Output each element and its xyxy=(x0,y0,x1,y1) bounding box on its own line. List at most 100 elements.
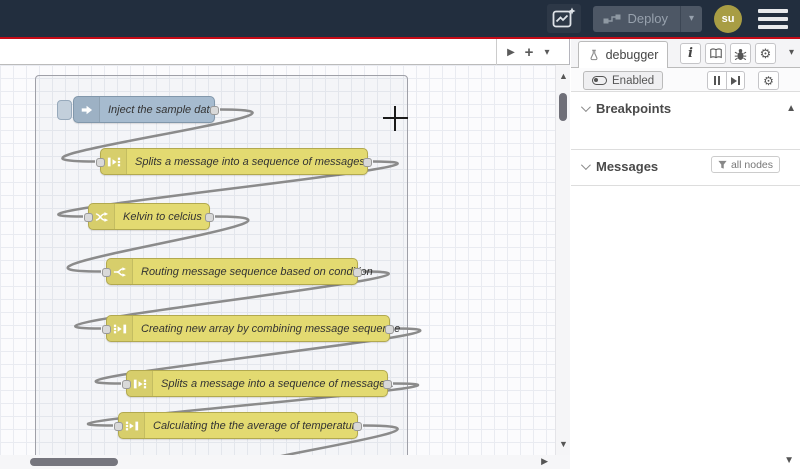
input-port[interactable] xyxy=(114,422,123,431)
output-port[interactable] xyxy=(210,106,219,115)
scroll-up-arrow[interactable]: ▲ xyxy=(556,71,570,81)
assistant-icon xyxy=(552,7,575,28)
flow-node-join1[interactable]: Creating new array by combining message … xyxy=(102,315,400,342)
pause-button[interactable] xyxy=(708,72,726,89)
crosshair-cursor xyxy=(394,106,396,131)
breakpoints-section-header[interactable]: Breakpoints xyxy=(571,92,800,124)
hamburger-icon xyxy=(758,8,788,13)
node-label: Kelvin to celcius xyxy=(123,210,202,223)
vertical-scroll-thumb[interactable] xyxy=(559,93,567,121)
messages-title: Messages xyxy=(596,159,659,174)
tab-debugger-label: debugger xyxy=(605,48,659,62)
output-port[interactable] xyxy=(353,422,362,431)
canvas-horizontal-scrollbar[interactable]: ▶ xyxy=(0,455,570,469)
input-port[interactable] xyxy=(102,325,111,334)
flow-tab-controls: ▶ + ▾ xyxy=(496,39,555,65)
gear-icon: ⚙ xyxy=(763,73,774,88)
filter-label: all nodes xyxy=(730,158,773,171)
scroll-right-arrow[interactable]: ▶ xyxy=(541,456,548,467)
flow-assistant-button[interactable] xyxy=(546,4,581,33)
deploy-button-group: Deploy ▾ xyxy=(592,5,702,32)
flow-canvas[interactable]: Inject the sample data Splits a message i… xyxy=(0,65,570,455)
debug-sidebar: debugger i ⚙ ▾ Enabled ⚙ Breakpoints Mes… xyxy=(571,39,800,469)
flow-node-join2[interactable]: Calculating the the average of temperatu… xyxy=(114,412,362,439)
book-icon xyxy=(709,48,722,59)
node-label: Splits a message into a sequence of mess… xyxy=(161,377,394,390)
sidebar-scroll-up-arrow[interactable]: ▲ xyxy=(786,103,796,114)
tab-debugger[interactable]: debugger xyxy=(578,41,668,68)
flow-node-change1[interactable]: Kelvin to celcius xyxy=(84,203,214,230)
info-tab-button[interactable]: i xyxy=(680,43,701,64)
config-nodes-tab-button[interactable]: ⚙ xyxy=(755,43,776,64)
user-avatar[interactable]: su xyxy=(714,4,742,33)
canvas-vertical-scrollbar[interactable]: ▲ ▼ xyxy=(555,65,570,455)
help-tab-button[interactable] xyxy=(705,43,726,64)
sidebar-tab-bar: debugger i ⚙ ▾ xyxy=(571,39,800,68)
caret-down-icon: ▾ xyxy=(788,47,794,58)
plus-icon: + xyxy=(524,43,534,61)
flask-icon xyxy=(590,49,598,60)
node-label: Inject the sample data xyxy=(108,103,216,116)
sidebar-options-button[interactable]: ▾ xyxy=(789,47,794,58)
flow-node-inject1[interactable]: Inject the sample data xyxy=(57,96,219,123)
scroll-down-arrow[interactable]: ▼ xyxy=(556,439,570,449)
step-forward-icon xyxy=(730,76,737,85)
pause-step-buttons xyxy=(707,71,745,90)
play-right-icon: ▶ xyxy=(507,46,515,58)
message-filter-button[interactable]: all nodes xyxy=(710,156,780,173)
add-flow-button[interactable]: + xyxy=(521,42,537,62)
gear-icon: ⚙ xyxy=(759,45,772,61)
deploy-button-label: Deploy xyxy=(627,11,668,26)
pause-icon xyxy=(713,76,717,85)
node-label: Creating new array by combining message … xyxy=(141,322,401,335)
chevron-down-icon xyxy=(580,102,591,113)
debugger-settings-button[interactable]: ⚙ xyxy=(758,71,779,90)
flow-node-switch1[interactable]: Routing message sequence based on condit… xyxy=(102,258,373,285)
node-label: Routing message sequence based on condit… xyxy=(141,265,373,278)
output-port[interactable] xyxy=(363,158,372,167)
flow-tab-bar: ▶ + ▾ xyxy=(0,39,569,65)
toggle-icon xyxy=(592,76,607,85)
flow-node-split1[interactable]: Splits a message into a sequence of mess… xyxy=(96,148,372,175)
inject-trigger-button[interactable] xyxy=(57,100,72,120)
deploy-options-button[interactable]: ▾ xyxy=(679,5,702,32)
horizontal-scroll-thumb[interactable] xyxy=(30,458,118,466)
output-port[interactable] xyxy=(385,325,394,334)
debug-messages-tab-button[interactable] xyxy=(730,43,751,64)
flow-list-button[interactable]: ▾ xyxy=(539,42,555,62)
output-port[interactable] xyxy=(205,213,214,222)
caret-down-icon: ▾ xyxy=(688,13,694,24)
flow-workspace: ▶ + ▾ Inject the sample data Splits a mes… xyxy=(0,39,570,469)
deploy-icon xyxy=(603,14,620,23)
input-port[interactable] xyxy=(84,213,93,222)
messages-empty-list xyxy=(571,182,800,186)
enabled-label: Enabled xyxy=(612,74,655,87)
node-label: Calculating the the average of temperatu… xyxy=(153,419,362,432)
main-menu-button[interactable] xyxy=(758,8,788,29)
filter-funnel-icon xyxy=(718,160,727,169)
node-label: Splits a message into a sequence of mess… xyxy=(135,155,368,168)
output-port[interactable] xyxy=(353,268,362,277)
input-port[interactable] xyxy=(122,380,131,389)
sidebar-header-buttons: i ⚙ xyxy=(680,43,776,64)
step-button[interactable] xyxy=(726,72,744,89)
input-port[interactable] xyxy=(96,158,105,167)
debugger-enabled-toggle[interactable]: Enabled xyxy=(583,71,664,90)
info-icon: i xyxy=(688,46,693,61)
node-red-app: Deploy ▾ su ▶ + ▾ Inject the sample data… xyxy=(0,0,800,469)
sidebar-scroll-down-arrow[interactable]: ▼ xyxy=(784,455,794,466)
breakpoints-empty-list xyxy=(571,124,800,150)
flow-node-split2[interactable]: Splits a message into a sequence of mess… xyxy=(122,370,394,397)
chevron-down-icon xyxy=(580,160,591,171)
tab-scroll-right-button[interactable]: ▶ xyxy=(503,42,519,62)
avatar-initials: su xyxy=(721,12,735,25)
caret-down-icon: ▾ xyxy=(544,46,550,58)
debugger-toolbar: Enabled ⚙ xyxy=(571,68,800,92)
deploy-button[interactable]: Deploy xyxy=(593,6,680,32)
inject-arrow-icon xyxy=(74,97,100,122)
output-port[interactable] xyxy=(383,380,392,389)
input-port[interactable] xyxy=(102,268,111,277)
breakpoints-title: Breakpoints xyxy=(596,101,672,116)
bug-icon xyxy=(734,48,747,60)
messages-section-header[interactable]: Messages all nodes xyxy=(571,150,800,182)
